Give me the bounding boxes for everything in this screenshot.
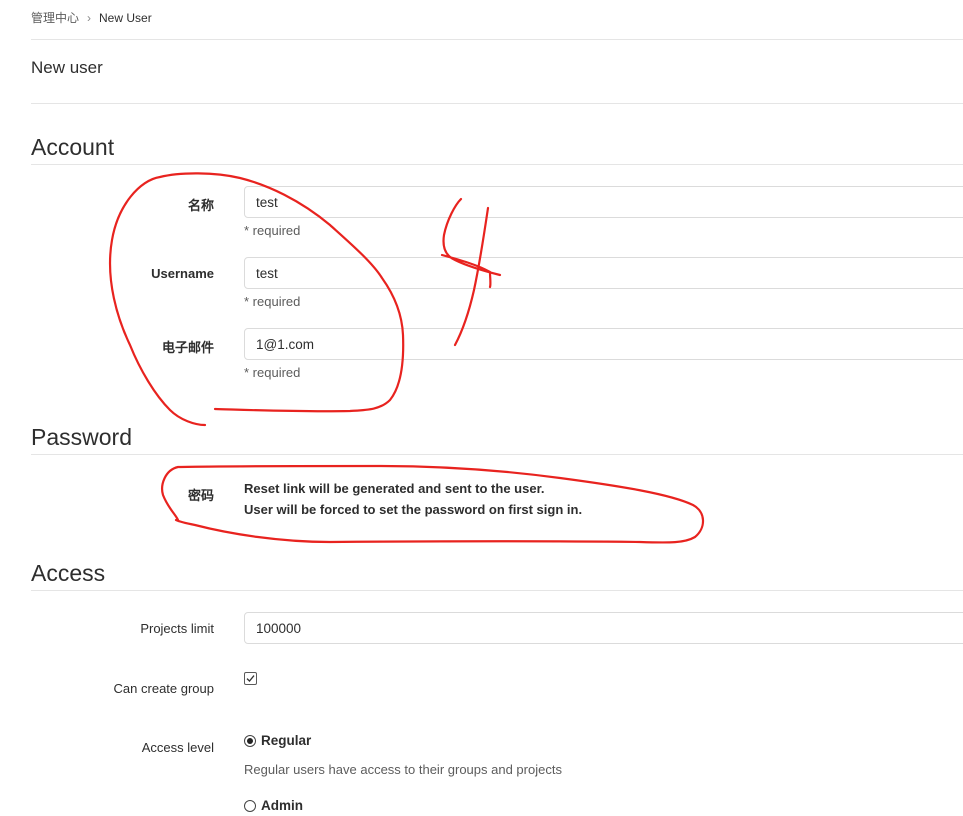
name-label: 名称 [187,198,214,213]
email-input[interactable] [244,328,963,360]
page-title: New user [31,58,103,77]
section-title-access: Access [31,560,106,586]
password-divider [31,454,963,455]
regular-radio[interactable] [244,734,256,747]
access-level-admin-option[interactable]: Admin [244,798,303,813]
breadcrumb-divider [31,39,963,40]
breadcrumb-chevron-icon: › [87,10,92,25]
password-label: 密码 [187,488,214,503]
account-divider [31,164,963,165]
name-required-hint: * required [244,223,301,238]
access-level-label: Access level [141,740,214,755]
section-title-account: Account [31,134,115,160]
admin-radio[interactable] [244,799,256,812]
breadcrumb-current: New User [99,10,152,25]
name-input[interactable] [244,186,963,218]
admin-radio-label: Admin [261,798,303,813]
can-create-group-label: Can create group [113,681,214,696]
projects-limit-label: Projects limit [140,621,214,636]
password-reset-note: Reset link will be generated and sent to… [244,479,582,520]
breadcrumb: 管理中心 › New User [31,9,152,26]
email-label: 电子邮件 [161,340,214,355]
username-required-hint: * required [244,294,301,309]
title-divider [31,103,963,104]
section-title-password: Password [31,424,132,450]
regular-help-text: Regular users have access to their group… [244,762,562,777]
username-input[interactable] [244,257,963,289]
email-required-hint: * required [244,365,301,380]
breadcrumb-admin-area-link[interactable]: 管理中心 [31,9,79,26]
access-divider [31,590,963,591]
checkmark-icon [246,675,255,682]
username-label: Username [151,266,214,281]
new-user-page: 管理中心 › New User New user Account 名称 * re… [0,0,963,816]
can-create-group-checkbox[interactable] [244,672,257,685]
password-note-line-2: User will be forced to set the password … [244,501,583,517]
regular-radio-label: Regular [261,733,312,748]
projects-limit-input[interactable] [244,612,963,644]
password-note-line-1: Reset link will be generated and sent to… [244,481,545,496]
access-level-regular-option[interactable]: Regular [244,733,311,748]
